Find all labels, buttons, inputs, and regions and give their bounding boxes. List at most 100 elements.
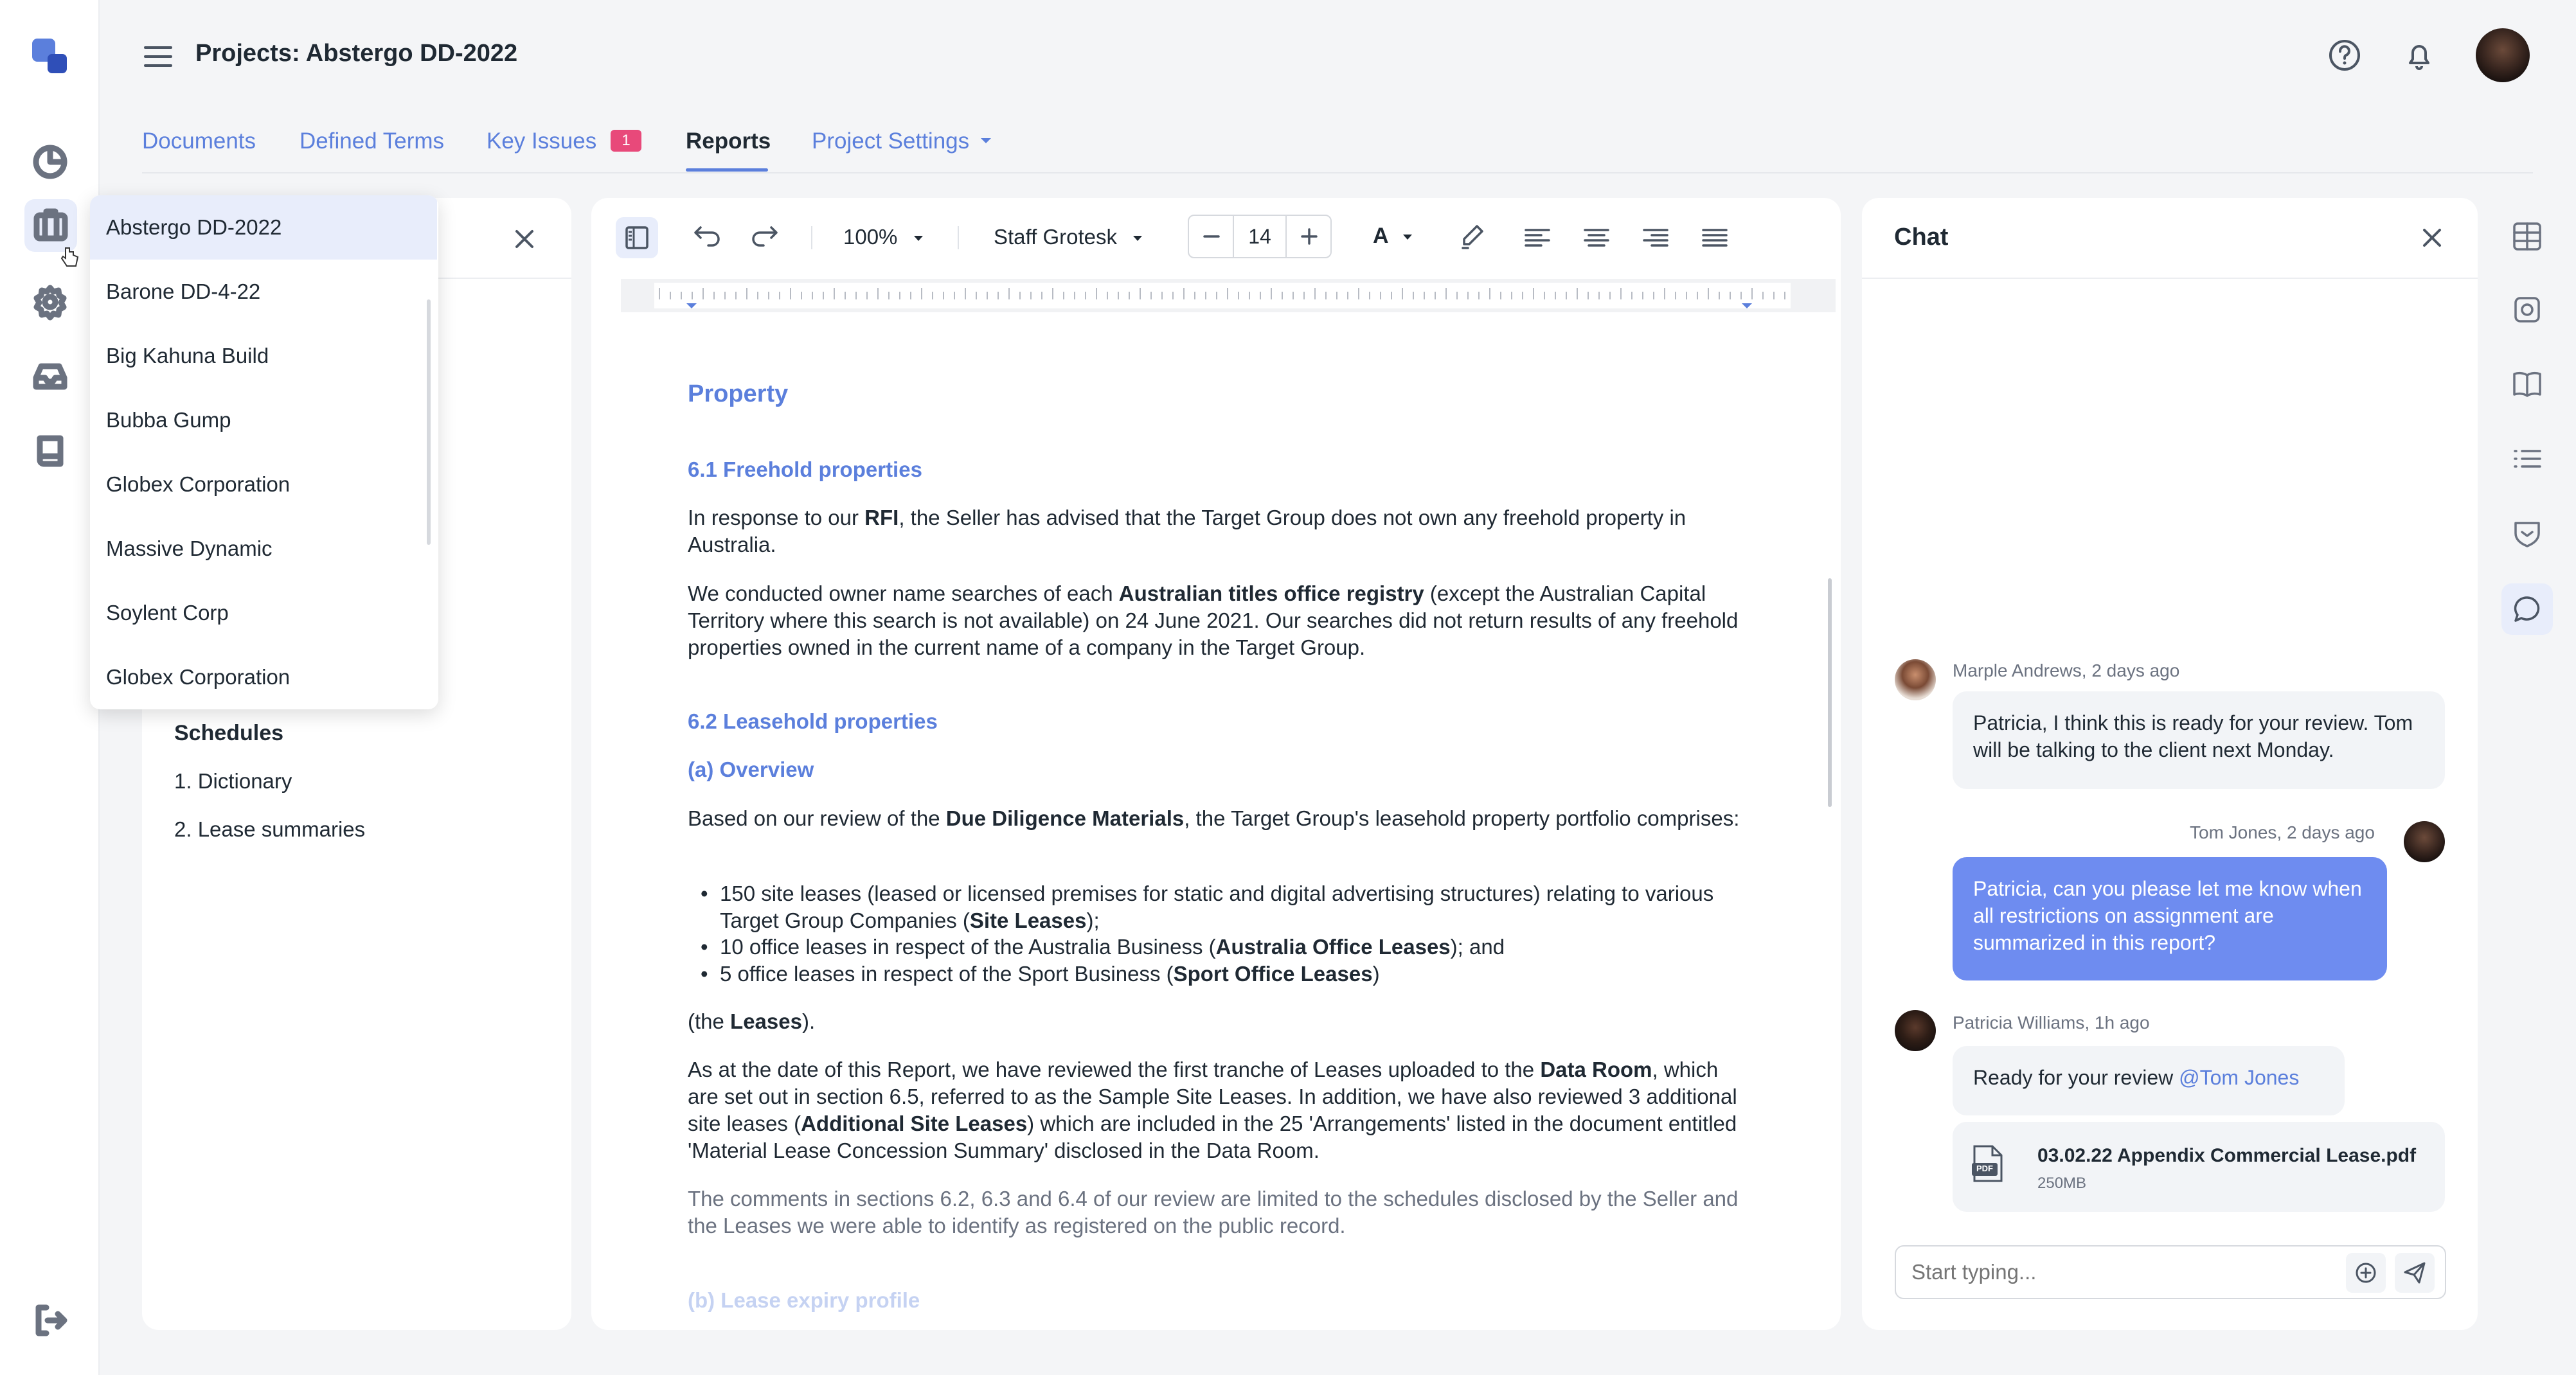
minus-icon <box>1203 235 1220 238</box>
cursor-hand-icon <box>60 245 80 269</box>
chat-header-divider <box>1862 278 2478 279</box>
text-color-label: A <box>1373 224 1388 248</box>
toolbar-divider <box>811 226 812 249</box>
avatar <box>1895 1010 1936 1051</box>
outline-close-icon[interactable] <box>510 225 539 253</box>
dropdown-scrollbar[interactable] <box>427 299 431 545</box>
tab-key-issues[interactable]: Key Issues <box>487 129 596 154</box>
toolbar-divider <box>958 226 959 249</box>
tab-reports[interactable]: Reports <box>686 129 771 154</box>
briefcase-icon <box>33 208 68 242</box>
send-icon[interactable] <box>2395 1253 2435 1293</box>
open-book-icon[interactable] <box>2508 365 2546 404</box>
doc-paragraph: (the Leases). <box>688 1009 816 1033</box>
highlighter-icon[interactable] <box>1451 218 1490 257</box>
message-meta: Patricia Williams, 1h ago <box>1953 1013 2150 1033</box>
decrease-size-button[interactable] <box>1189 216 1234 257</box>
app-logo[interactable] <box>32 39 68 75</box>
add-attachment-icon[interactable] <box>2346 1253 2386 1293</box>
doc-subsection-a: (a) Overview <box>688 758 814 781</box>
inbox-icon[interactable] <box>31 357 69 396</box>
help-icon[interactable] <box>2327 37 2363 73</box>
doc-paragraph: Based on our review of the Due Diligence… <box>688 806 1740 830</box>
font-family-value: Staff Grotesk <box>994 225 1117 249</box>
avatar <box>2404 821 2445 862</box>
doc-paragraph-faded: The comments in sections 6.2, 6.3 and 6.… <box>688 1187 1739 1238</box>
project-option[interactable]: Bubba Gump <box>90 388 437 452</box>
attachment-size: 250MB <box>2037 1175 2087 1192</box>
project-option[interactable]: Massive Dynamic <box>90 517 437 581</box>
settings-icon[interactable] <box>31 283 69 321</box>
undo-icon[interactable] <box>688 218 726 257</box>
project-option[interactable]: Big Kahuna Build <box>90 324 437 388</box>
caret-down-icon <box>1402 235 1412 240</box>
doc-heading-property: Property <box>688 380 789 407</box>
doc-paragraph: As at the date of this Report, we have r… <box>688 1058 1737 1162</box>
toggle-outline-button[interactable] <box>616 217 658 258</box>
chat-bubble-icon <box>2514 596 2540 622</box>
outline-section-title: Schedules <box>174 721 284 745</box>
message-meta: Tom Jones, 2 days ago <box>2190 822 2375 842</box>
chat-input[interactable] <box>1911 1258 2297 1286</box>
project-option[interactable]: Abstergo DD-2022 <box>90 195 437 260</box>
ai-assistant-icon[interactable] <box>2508 290 2546 329</box>
user-avatar[interactable] <box>2476 28 2530 82</box>
font-size-value[interactable]: 14 <box>1234 216 1285 257</box>
key-issues-badge: 1 <box>611 130 641 152</box>
doc-section-6-2: 6.2 Leasehold properties <box>688 709 938 733</box>
message-bubble: Ready for your review @Tom Jones <box>1953 1046 2345 1115</box>
outline-header-divider <box>437 278 571 279</box>
outline-item-lease-summaries[interactable]: 2. Lease summaries <box>174 817 365 842</box>
attachment-name: 03.02.22 Appendix Commercial Lease.pdf <box>2037 1145 2417 1166</box>
message-bubble: Patricia, I think this is ready for your… <box>1953 691 2445 789</box>
pdf-label: PDF <box>1976 1164 1993 1173</box>
doc-subsection-b: (b) Lease expiry profile <box>688 1288 920 1312</box>
increase-size-button[interactable] <box>1285 216 1330 257</box>
tab-documents[interactable]: Documents <box>142 129 256 154</box>
project-option[interactable]: Globex Corporation <box>90 452 437 517</box>
sidebar-panel-icon <box>625 226 648 249</box>
tabs-divider <box>142 172 2533 173</box>
avatar <box>1895 659 1936 700</box>
doc-paragraph: We conducted owner name searches of each… <box>688 581 1739 659</box>
logout-icon[interactable] <box>31 1301 69 1340</box>
doc-bullet: 150 site leases (leased or licensed prem… <box>720 882 1714 932</box>
plus-icon <box>1301 228 1318 245</box>
bullet-dot: • <box>701 962 708 986</box>
tab-project-settings[interactable]: Project Settings <box>812 129 969 154</box>
caret-down-icon <box>913 236 923 242</box>
align-right-icon[interactable] <box>1636 218 1675 257</box>
table-icon[interactable] <box>2508 217 2546 256</box>
project-option[interactable]: Barone DD-4-22 <box>90 260 437 324</box>
chat-toggle-active[interactable] <box>2501 583 2553 635</box>
menu-icon[interactable] <box>143 44 174 69</box>
ruler[interactable] <box>621 279 1836 312</box>
shield-check-icon[interactable] <box>2508 514 2546 553</box>
project-option[interactable]: Soylent Corp <box>90 581 437 645</box>
chevron-down-icon <box>979 136 992 145</box>
align-left-icon[interactable] <box>1518 218 1557 257</box>
message-bubble: Patricia, can you please let me know whe… <box>1953 857 2387 980</box>
text-color-button[interactable]: A <box>1373 224 1413 252</box>
notifications-bell-icon[interactable] <box>2401 37 2437 73</box>
outline-item-dictionary[interactable]: 1. Dictionary <box>174 769 292 794</box>
project-option[interactable]: Globex Corporation <box>90 645 437 709</box>
book-icon[interactable] <box>31 432 69 470</box>
font-family-select[interactable]: Staff Grotesk <box>994 225 1143 251</box>
projects-nav-active[interactable] <box>24 199 77 252</box>
mention-link[interactable]: @Tom Jones <box>2179 1066 2299 1089</box>
align-justify-icon[interactable] <box>1695 218 1734 257</box>
font-size-stepper: 14 <box>1188 215 1332 258</box>
attachment-card[interactable]: PDF 03.02.22 Appendix Commercial Lease.p… <box>1953 1122 2445 1212</box>
page-title: Projects: Abstergo DD-2022 <box>195 40 518 67</box>
zoom-select[interactable]: 100% <box>843 225 924 251</box>
dashboard-icon[interactable] <box>31 143 69 181</box>
redo-icon[interactable] <box>746 218 784 257</box>
editor-scrollbar[interactable] <box>1828 578 1832 807</box>
align-center-icon[interactable] <box>1577 218 1616 257</box>
chat-close-icon[interactable] <box>2418 224 2446 252</box>
tab-defined-terms[interactable]: Defined Terms <box>300 129 444 154</box>
bullet-dot: • <box>701 882 708 905</box>
caret-down-icon <box>1133 236 1143 242</box>
list-icon[interactable] <box>2508 439 2546 478</box>
